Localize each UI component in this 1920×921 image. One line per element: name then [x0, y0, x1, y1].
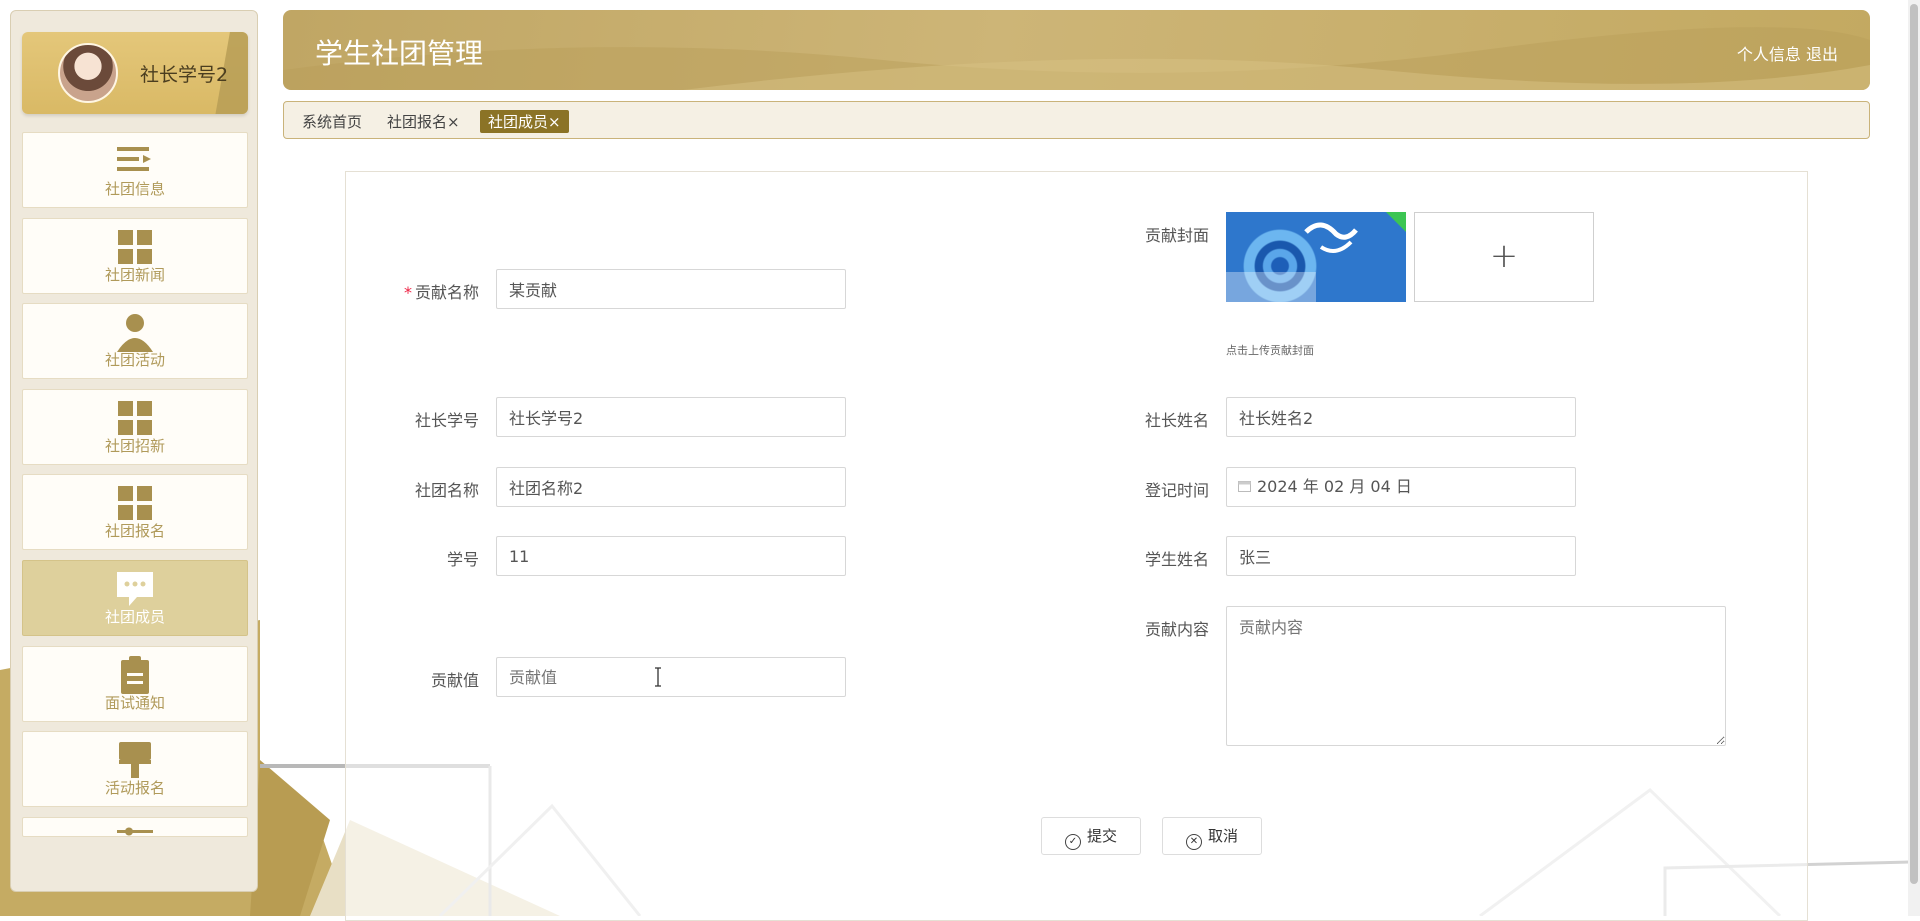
user-icon — [117, 314, 153, 352]
cover-label: 贡献封面 — [1144, 226, 1209, 245]
brush-icon — [119, 742, 151, 778]
tab-club-signup[interactable]: 社团报名× — [387, 111, 460, 132]
sidebar-item-club-activity[interactable]: 社团活动 — [22, 303, 248, 379]
sidebar-item-label: 社团招新 — [104, 437, 165, 455]
sidebar-item-more[interactable] — [22, 817, 248, 837]
contribution-value-input[interactable] — [496, 657, 846, 697]
tab-club-members[interactable]: 社团成员× — [480, 110, 569, 133]
leader-name-label: 社长姓名 — [1144, 411, 1209, 430]
tab-home[interactable]: 系统首页 — [302, 111, 362, 132]
cancel-button[interactable]: ✕ 取消 — [1162, 817, 1262, 855]
close-icon[interactable]: × — [447, 113, 460, 131]
leader-id-label: 社长学号 — [414, 411, 479, 430]
register-time-label: 登记时间 — [1144, 481, 1209, 500]
tab-label: 社团报名 — [387, 113, 448, 131]
submit-button[interactable]: ✓ 提交 — [1041, 817, 1141, 855]
register-time-value: 2024 年 02 月 04 日 — [1257, 477, 1412, 496]
sidebar-item-label: 社团信息 — [104, 180, 165, 198]
contribution-content-textarea[interactable] — [1226, 606, 1726, 746]
leader-name-input[interactable] — [1226, 397, 1576, 437]
student-id-label: 学号 — [446, 550, 479, 569]
list-icon — [117, 147, 151, 171]
user-name: 社长学号2 — [140, 64, 229, 86]
sidebar-item-club-news[interactable]: 社团新闻 — [22, 218, 248, 294]
contribution-name-input[interactable] — [496, 269, 846, 309]
tab-label: 社团成员 — [488, 113, 549, 131]
sidebar-item-club-signup[interactable]: 社团报名 — [22, 474, 248, 550]
close-circle-icon: ✕ — [1185, 834, 1202, 850]
sidebar-item-club-info[interactable]: 社团信息 — [22, 132, 248, 208]
cover-image-art — [1226, 212, 1406, 302]
header-wave-decoration — [283, 27, 1870, 90]
club-name-label: 社团名称 — [414, 481, 479, 500]
cover-upload-hint: 点击上传贡献封面 — [1226, 344, 1314, 357]
label-text: 贡献名称 — [414, 283, 479, 302]
sidebar-item-label: 社团成员 — [104, 608, 165, 626]
tab-label: 系统首页 — [302, 113, 363, 131]
sidebar-item-label: 面试通知 — [104, 694, 165, 712]
top-header: 学生社团管理 个人信息 退出 — [283, 10, 1870, 90]
club-name-input[interactable] — [496, 467, 846, 507]
close-icon[interactable]: × — [548, 113, 561, 131]
chat-icon — [117, 572, 153, 606]
clipboard-icon — [121, 656, 149, 694]
check-circle-icon: ✓ — [1064, 834, 1081, 850]
sidebar-item-label: 社团报名 — [104, 522, 165, 540]
contribution-value-label: 贡献值 — [430, 671, 479, 690]
cover-upload-button[interactable]: + — [1414, 212, 1594, 302]
avatar[interactable] — [58, 43, 118, 103]
sidebar-item-label: 社团新闻 — [104, 266, 165, 284]
sidebar-item-club-recruit[interactable]: 社团招新 — [22, 389, 248, 465]
cover-image[interactable] — [1226, 212, 1406, 302]
form-panel: *贡献名称 贡献封面 + 点击上传贡献封面 社长学号 社长姓名 社团名称 登记时… — [345, 171, 1808, 921]
submit-label: 提交 — [1086, 827, 1117, 845]
header-links: 个人信息 退出 — [1737, 41, 1838, 65]
grid-icon — [118, 486, 152, 520]
sidebar-item-club-members[interactable]: 社团成员 — [22, 560, 248, 636]
cancel-label: 取消 — [1207, 827, 1238, 845]
student-name-input[interactable] — [1226, 536, 1576, 576]
tab-bar: 系统首页 社团报名× 社团成员× — [283, 101, 1870, 139]
scrollbar-thumb[interactable] — [1910, 4, 1918, 884]
grid-icon — [118, 401, 152, 435]
sidebar-item-label: 活动报名 — [104, 779, 165, 797]
leader-id-input[interactable] — [496, 397, 846, 437]
calendar-icon — [1238, 481, 1251, 492]
profile-link[interactable]: 个人信息 — [1737, 45, 1801, 64]
slider-icon — [117, 827, 153, 836]
page-scrollbar[interactable] — [1908, 0, 1920, 916]
student-name-label: 学生姓名 — [1144, 550, 1209, 569]
required-mark: * — [403, 283, 412, 302]
contribution-content-label: 贡献内容 — [1144, 620, 1209, 639]
sidebar-item-interview-notice[interactable]: 面试通知 — [22, 646, 248, 722]
app-title: 学生社团管理 — [315, 37, 484, 70]
sidebar-item-label: 社团活动 — [104, 351, 165, 369]
user-card: 社长学号2 — [22, 32, 248, 114]
contribution-name-label: * 贡献名称 — [359, 279, 479, 303]
student-id-input[interactable] — [496, 536, 846, 576]
sidebar-item-activity-signup[interactable]: 活动报名 — [22, 731, 248, 807]
text-cursor-icon — [655, 667, 661, 687]
logout-link[interactable]: 退出 — [1806, 45, 1838, 64]
register-time-picker[interactable]: 2024 年 02 月 04 日 — [1226, 467, 1576, 507]
sidebar: 社长学号2 社团信息 社团新闻 社团活动 社团招新 社团报名 社团成员 面试通知… — [10, 10, 258, 892]
grid-icon — [118, 230, 152, 264]
